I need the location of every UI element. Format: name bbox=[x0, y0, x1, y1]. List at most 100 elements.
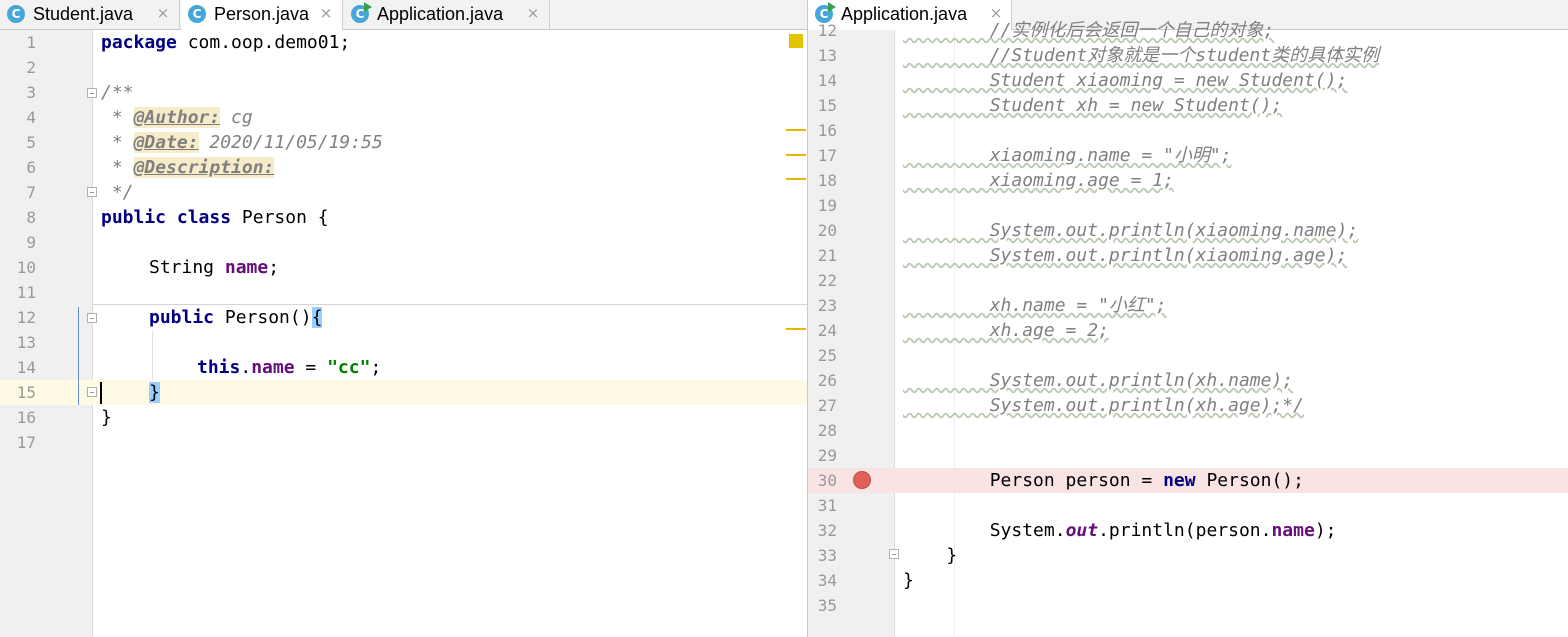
line-number: 15 bbox=[817, 96, 837, 115]
code-line[interactable]: * @Author: cg bbox=[101, 105, 253, 130]
code-line[interactable]: this.name = "cc"; bbox=[197, 355, 381, 380]
line-number: 15 bbox=[16, 383, 36, 402]
code-line[interactable]: System.out.println(xh.name); bbox=[903, 368, 1293, 393]
gutter-divider bbox=[92, 30, 93, 637]
tab-label: Application.java bbox=[377, 4, 504, 24]
line-number: 20 bbox=[817, 221, 837, 240]
close-icon[interactable]: × bbox=[319, 4, 333, 22]
line-number: 7 bbox=[26, 183, 36, 202]
line-number: 10 bbox=[16, 258, 36, 277]
tab-label: Student.java bbox=[33, 4, 134, 24]
tab-student-java[interactable]: C Student.java × bbox=[0, 0, 180, 29]
code-line[interactable]: public class Person { bbox=[101, 205, 329, 230]
line-number: 24 bbox=[817, 321, 837, 340]
fold-icon[interactable] bbox=[889, 549, 899, 559]
code-line[interactable]: xh.name = "小红"; bbox=[903, 293, 1167, 318]
line-number: 32 bbox=[817, 521, 837, 540]
line-number: 2 bbox=[26, 58, 36, 77]
code-line[interactable]: xiaoming.age = 1; bbox=[903, 168, 1174, 193]
line-number: 14 bbox=[16, 358, 36, 377]
class-icon: C bbox=[188, 5, 206, 23]
line-number: 28 bbox=[817, 421, 837, 440]
line-number: 1 bbox=[26, 33, 36, 52]
code-line[interactable]: xiaoming.name = "小明"; bbox=[903, 143, 1232, 168]
line-number: 19 bbox=[817, 196, 837, 215]
code-line[interactable]: */ bbox=[101, 180, 134, 205]
fold-icon[interactable] bbox=[87, 88, 97, 98]
code-line[interactable]: System.out.println(person.name); bbox=[903, 518, 1337, 543]
line-number: 17 bbox=[16, 433, 36, 452]
line-number: 4 bbox=[26, 108, 36, 127]
right-editor-pane: C Application.java × 12 13 14 15 16 17 1… bbox=[808, 0, 1568, 637]
code-line[interactable]: System.out.println(xiaoming.age); bbox=[903, 243, 1348, 268]
class-icon: C bbox=[7, 5, 25, 23]
line-number: 29 bbox=[817, 446, 837, 465]
line-number: 21 bbox=[817, 246, 837, 265]
line-number: 9 bbox=[26, 233, 36, 252]
tab-application-java[interactable]: C Application.java × bbox=[344, 0, 550, 29]
line-number: 16 bbox=[817, 121, 837, 140]
code-line[interactable]: Student xh = new Student(); bbox=[903, 93, 1283, 118]
code-line[interactable]: //实例化后会返回一个自己的对象; bbox=[903, 18, 1275, 43]
warning-marker[interactable] bbox=[786, 328, 806, 330]
warning-marker[interactable] bbox=[786, 154, 806, 156]
line-number: 26 bbox=[817, 371, 837, 390]
line-number: 14 bbox=[817, 71, 837, 90]
line-number: 25 bbox=[817, 346, 837, 365]
text-caret bbox=[100, 382, 102, 404]
warning-marker[interactable] bbox=[786, 178, 806, 180]
line-number: 35 bbox=[817, 596, 837, 615]
code-line[interactable]: /** bbox=[101, 80, 134, 105]
code-line[interactable]: * @Description: bbox=[101, 155, 275, 180]
code-line[interactable]: package com.oop.demo01; bbox=[101, 30, 350, 55]
line-number: 13 bbox=[817, 46, 837, 65]
line-number: 16 bbox=[16, 408, 36, 427]
tab-label: Person.java bbox=[214, 4, 310, 24]
indent-guide bbox=[152, 330, 153, 380]
code-line[interactable]: } bbox=[101, 405, 112, 430]
line-number: 31 bbox=[817, 496, 837, 515]
code-line[interactable]: Person person = new Person(); bbox=[903, 468, 1304, 493]
code-line[interactable]: xh.age = 2; bbox=[903, 318, 1109, 343]
fold-icon[interactable] bbox=[87, 187, 97, 197]
code-line[interactable]: public Person(){ bbox=[149, 305, 323, 330]
line-number: 33 bbox=[817, 546, 837, 565]
run-class-icon: C bbox=[351, 2, 372, 23]
code-line[interactable]: * @Date: 2020/11/05/19:55 bbox=[101, 130, 383, 155]
code-line[interactable]: System.out.println(xh.age);*/ bbox=[903, 393, 1304, 418]
fold-icon[interactable] bbox=[87, 387, 97, 397]
line-number: 30 bbox=[817, 471, 837, 490]
code-line[interactable]: String name; bbox=[149, 255, 279, 280]
breakpoint-icon[interactable] bbox=[853, 471, 871, 489]
gutter-divider bbox=[894, 30, 895, 637]
line-number: 3 bbox=[26, 83, 36, 102]
tab-person-java[interactable]: C Person.java × bbox=[181, 0, 343, 30]
left-editor-pane: C Student.java × C Person.java × C Appli… bbox=[0, 0, 807, 637]
line-number: 12 bbox=[16, 308, 36, 327]
line-number: 11 bbox=[16, 283, 36, 302]
code-line[interactable]: } bbox=[149, 380, 160, 405]
line-number: 34 bbox=[817, 571, 837, 590]
fold-icon[interactable] bbox=[87, 313, 97, 323]
code-line[interactable]: System.out.println(xiaoming.name); bbox=[903, 218, 1358, 243]
code-line[interactable]: } bbox=[903, 543, 957, 568]
line-number: 18 bbox=[817, 171, 837, 190]
change-marker bbox=[78, 307, 79, 405]
line-number: 5 bbox=[26, 133, 36, 152]
code-line[interactable]: //Student对象就是一个student类的具体实例 bbox=[903, 43, 1379, 68]
code-line[interactable]: Student xiaoming = new Student(); bbox=[903, 68, 1348, 93]
line-number: 8 bbox=[26, 208, 36, 227]
caret-row-highlight bbox=[0, 380, 807, 405]
line-number: 27 bbox=[817, 396, 837, 415]
warning-marker[interactable] bbox=[786, 129, 806, 131]
code-line[interactable]: } bbox=[903, 568, 914, 593]
close-icon[interactable]: × bbox=[526, 4, 540, 22]
line-number: 12 bbox=[817, 21, 837, 40]
line-number: 22 bbox=[817, 271, 837, 290]
line-number: 23 bbox=[817, 296, 837, 315]
close-icon[interactable]: × bbox=[156, 4, 170, 22]
line-number: 13 bbox=[16, 333, 36, 352]
line-number: 6 bbox=[26, 158, 36, 177]
warning-status-icon[interactable] bbox=[789, 34, 803, 48]
left-tab-bar: C Student.java × C Person.java × C Appli… bbox=[0, 0, 807, 30]
